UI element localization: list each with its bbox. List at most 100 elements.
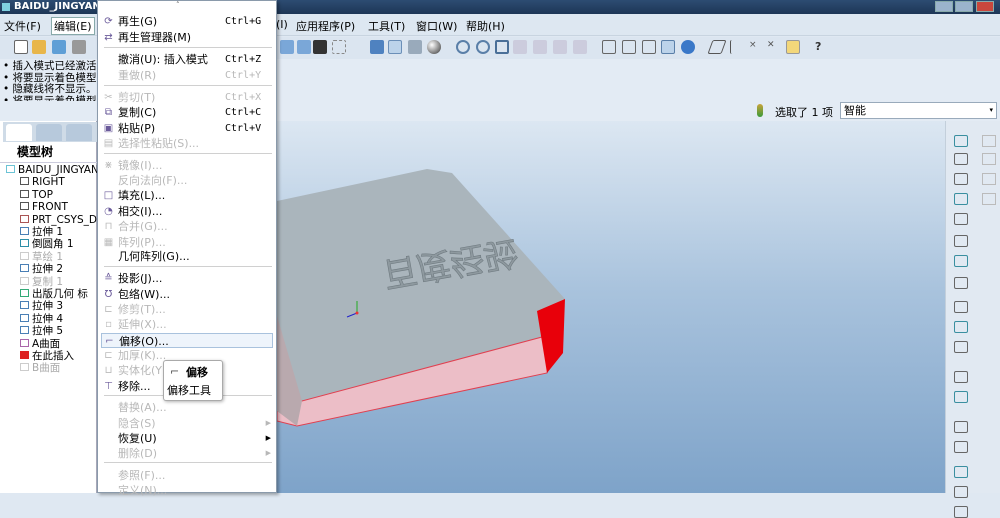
no-hidden-icon[interactable] <box>642 40 656 54</box>
menu-item[interactable]: ▣ 粘贴(P) Ctrl+V <box>101 121 273 136</box>
tree-item[interactable]: 倒圆角 1 <box>20 238 74 250</box>
feature-tool-icon[interactable] <box>954 153 968 165</box>
open-icon[interactable] <box>32 40 46 54</box>
feature-tool-icon[interactable] <box>954 277 968 289</box>
feature-tool-icon[interactable] <box>954 173 968 185</box>
menu-help[interactable]: 帮助(H) <box>466 18 505 34</box>
context-help-icon[interactable]: ? <box>815 40 829 54</box>
tree-item[interactable]: BAIDU_JINGYAN. <box>6 164 102 176</box>
zoom-in-icon[interactable] <box>456 40 470 54</box>
tree-item[interactable]: FRONT <box>20 201 68 213</box>
menu-item[interactable]: ⧉ 复制(C) Ctrl+C <box>101 105 273 120</box>
paste-icon: ▣ <box>103 123 114 134</box>
tree-item[interactable]: 在此插入 <box>20 350 74 362</box>
hidden-line-icon[interactable] <box>622 40 636 54</box>
menu-window[interactable]: 窗口(W) <box>416 18 457 34</box>
new-icon[interactable] <box>14 40 28 54</box>
tree-item[interactable]: 拉伸 2 <box>20 263 63 275</box>
menu-separator <box>104 462 272 463</box>
wireframe-icon[interactable] <box>602 40 616 54</box>
appearance-icon[interactable] <box>573 40 587 54</box>
tab-model-tree[interactable] <box>6 124 32 141</box>
tree-item[interactable]: 草绘 1 <box>20 251 63 263</box>
round-icon <box>20 239 29 248</box>
feature-tool-icon[interactable] <box>954 235 968 247</box>
enhanced-realism-icon[interactable] <box>681 40 695 54</box>
feature-tool-icon[interactable] <box>954 391 968 403</box>
tree-item[interactable]: 拉伸 4 <box>20 313 63 325</box>
graphics-window[interactable]: 百度经验 <box>277 121 945 493</box>
repaint-icon[interactable] <box>370 40 384 54</box>
tree-item[interactable]: A曲面 <box>20 338 60 350</box>
filter-dropdown[interactable]: 智能 ▾ <box>840 102 997 119</box>
spin-center-icon[interactable] <box>388 40 402 54</box>
menu-tools[interactable]: 工具(T) <box>368 18 405 34</box>
menu-item[interactable]: □ 填充(L)... <box>101 188 273 203</box>
datum-planes-icon[interactable] <box>707 40 727 54</box>
menu-item-shortcut: Ctrl+Y <box>225 70 262 81</box>
feature-tool-icon[interactable] <box>954 441 968 453</box>
solidify-icon: ⊔ <box>104 365 113 376</box>
menu-item[interactable]: ◔ 相交(I)... <box>101 204 273 219</box>
shading-icon[interactable] <box>427 40 441 54</box>
feature-tool-icon[interactable] <box>954 486 968 498</box>
feature-tool-icon[interactable] <box>954 466 968 478</box>
tree-item[interactable]: 拉伸 1 <box>20 226 63 238</box>
zoom-out-icon[interactable] <box>476 40 490 54</box>
regenerate-icon[interactable] <box>280 40 294 54</box>
shaded-icon[interactable] <box>661 40 675 54</box>
tree-item[interactable]: 拉伸 3 <box>20 300 63 312</box>
tree-item[interactable]: B曲面 <box>20 362 60 374</box>
save-icon[interactable] <box>52 40 66 54</box>
tab-favorites[interactable] <box>66 124 92 141</box>
tree-item[interactable]: 复制 1 <box>20 276 63 288</box>
merge-icon: ⊓ <box>104 221 113 232</box>
csys-display-icon[interactable]: ✕ <box>767 40 781 54</box>
feature-tool-icon[interactable] <box>954 193 968 205</box>
restore-button[interactable] <box>955 1 973 12</box>
menu-item[interactable]: 恢复(U) ▶ <box>101 431 273 446</box>
tree-item[interactable]: RIGHT <box>20 176 65 188</box>
tree-item[interactable]: 拉伸 5 <box>20 325 63 337</box>
print-icon[interactable] <box>72 40 86 54</box>
feature-tool-icon[interactable] <box>954 421 968 433</box>
select-box-icon[interactable] <box>332 40 346 54</box>
feature-tool-icon[interactable] <box>954 255 968 267</box>
menu-item[interactable]: 撤消(U): 插入模式 Ctrl+Z <box>101 52 273 67</box>
view-manager-icon[interactable] <box>533 40 547 54</box>
annotations-icon[interactable] <box>786 40 800 54</box>
menu-insert[interactable]: (I) <box>276 18 288 31</box>
menu-item[interactable]: ⟳ 再生(G) Ctrl+G <box>101 14 273 29</box>
layers-icon[interactable] <box>553 40 567 54</box>
menu-applications[interactable]: 应用程序(P) <box>296 18 355 34</box>
menu-item[interactable]: ≙ 投影(J)... <box>101 271 273 286</box>
find-icon[interactable] <box>313 40 327 54</box>
feature-tool-icon[interactable] <box>954 341 968 353</box>
feature-tool-icon[interactable] <box>954 506 968 518</box>
scroll-up-icon[interactable]: ˄ <box>176 1 180 9</box>
menu-item[interactable]: ⇄ 再生管理器(M) <box>101 30 273 45</box>
feature-tool-icon[interactable] <box>954 135 968 147</box>
feature-tool-icon[interactable] <box>954 213 968 225</box>
menu-edit[interactable]: 编辑(E) <box>51 17 95 35</box>
tree-item[interactable]: 出版几何 标 <box>20 288 88 300</box>
orient-icon[interactable] <box>408 40 422 54</box>
menu-item[interactable]: ⌐ 偏移(O)... <box>101 333 273 348</box>
menu-file[interactable]: 文件(F) <box>4 18 41 34</box>
minimize-button[interactable] <box>935 1 953 12</box>
menu-item[interactable]: Ʊ 包络(W)... <box>101 287 273 302</box>
tab-folder-browser[interactable] <box>36 124 62 141</box>
model-view[interactable]: 百度经验 <box>277 121 945 493</box>
refit-icon[interactable] <box>495 40 509 54</box>
datum-points-icon[interactable]: × <box>749 40 763 54</box>
feature-tool-icon[interactable] <box>954 371 968 383</box>
menu-item[interactable]: 几何阵列(G)... <box>101 249 273 264</box>
tree-item[interactable]: TOP <box>20 189 53 201</box>
close-button[interactable] <box>976 1 994 12</box>
reorient-icon[interactable] <box>513 40 527 54</box>
menu-item: ✂ 剪切(T) Ctrl+X <box>101 90 273 105</box>
regen-manager-icon[interactable] <box>297 40 311 54</box>
feature-tool-icon[interactable] <box>954 301 968 313</box>
feature-tool-icon[interactable] <box>954 321 968 333</box>
datum-axes-icon[interactable] <box>730 40 744 54</box>
